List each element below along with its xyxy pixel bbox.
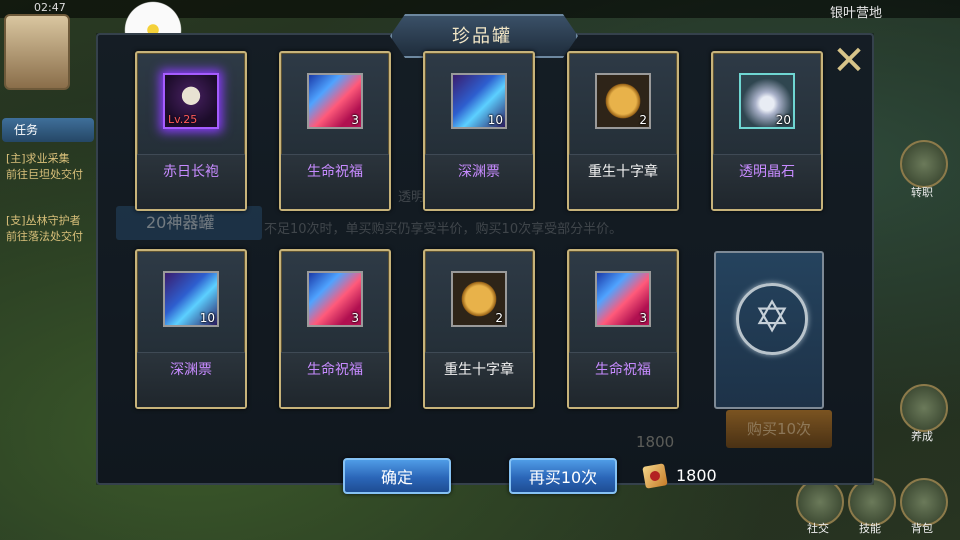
job-change-button[interactable]: [900, 140, 948, 188]
rebirth-cross-icon: 2: [451, 271, 507, 327]
item-name: 赤日长袍: [163, 164, 219, 180]
item-count: 10: [487, 113, 503, 127]
develop-label: 养成: [911, 430, 933, 443]
dialog-title: 珍品罐: [452, 26, 512, 47]
item-name: 生命祝福: [307, 164, 363, 180]
reward-card[interactable]: 3 生命祝福: [567, 249, 679, 409]
map-name: 银叶营地: [830, 6, 883, 21]
reward-card[interactable]: 20 透明晶石: [711, 51, 823, 211]
crystal-icon: 20: [739, 73, 795, 129]
quest-line[interactable]: [主]求业采集: [6, 150, 70, 166]
reward-card[interactable]: 3 生命祝福: [279, 249, 391, 409]
close-icon[interactable]: ✕: [830, 41, 868, 81]
item-name: 透明晶石: [739, 164, 795, 180]
reward-card[interactable]: 3 生命祝福: [279, 51, 391, 211]
item-name: 深渊票: [170, 362, 212, 378]
cost-value: 1800: [676, 466, 717, 485]
rebirth-cross-icon: 2: [595, 73, 651, 129]
item-count: 20: [775, 113, 791, 127]
scroll-currency-icon: [642, 463, 668, 489]
reward-card[interactable]: 10 深渊票: [423, 51, 535, 211]
reward-card[interactable]: Lv.25 赤日长袍: [135, 51, 247, 211]
item-name: 重生十字章: [444, 362, 514, 378]
reward-card[interactable]: 10 深渊票: [135, 249, 247, 409]
item-count: 3: [351, 113, 359, 127]
job-change-label: 转职: [911, 186, 933, 199]
quest-tab-label: 任务: [14, 123, 39, 137]
item-count: 3: [639, 311, 647, 325]
develop-button[interactable]: [900, 384, 948, 432]
social-button[interactable]: [796, 478, 844, 526]
bag-label: 背包: [911, 522, 933, 535]
item-name: 生命祝福: [595, 362, 651, 378]
item-name: 重生十字章: [588, 164, 658, 180]
blessing-icon: 3: [595, 271, 651, 327]
rebuy-10-button[interactable]: 再买10次: [509, 458, 617, 494]
bag-button[interactable]: [900, 478, 948, 526]
magic-seal-icon: [736, 283, 808, 355]
item-count: 3: [351, 311, 359, 325]
skill-button[interactable]: [848, 478, 896, 526]
abyss-ticket-icon: 10: [163, 271, 219, 327]
item-level: Lv.25: [168, 113, 198, 126]
clock: 02:47: [34, 1, 66, 14]
quest-line[interactable]: [支]丛林守护者: [6, 212, 81, 228]
item-count: 10: [199, 311, 215, 325]
item-count: 2: [495, 311, 503, 325]
item-name: 深渊票: [458, 164, 500, 180]
item-count: 2: [639, 113, 647, 127]
quest-line[interactable]: 前往落法处交付: [6, 228, 83, 244]
unrevealed-card[interactable]: [714, 251, 824, 409]
blessing-icon: 3: [307, 73, 363, 129]
social-label: 社交: [807, 522, 829, 535]
confirm-button[interactable]: 确定: [343, 458, 451, 494]
blessing-icon: 3: [307, 271, 363, 327]
quest-tab[interactable]: 任务: [2, 118, 94, 142]
robe-icon: Lv.25: [163, 73, 219, 129]
item-name: 生命祝福: [307, 362, 363, 378]
abyss-ticket-icon: 10: [451, 73, 507, 129]
reward-card[interactable]: 2 重生十字章: [567, 51, 679, 211]
reward-card[interactable]: 2 重生十字章: [423, 249, 535, 409]
player-avatar[interactable]: [4, 14, 70, 90]
quest-line[interactable]: 前往巨坦处交付: [6, 166, 83, 182]
skill-label: 技能: [859, 522, 881, 535]
